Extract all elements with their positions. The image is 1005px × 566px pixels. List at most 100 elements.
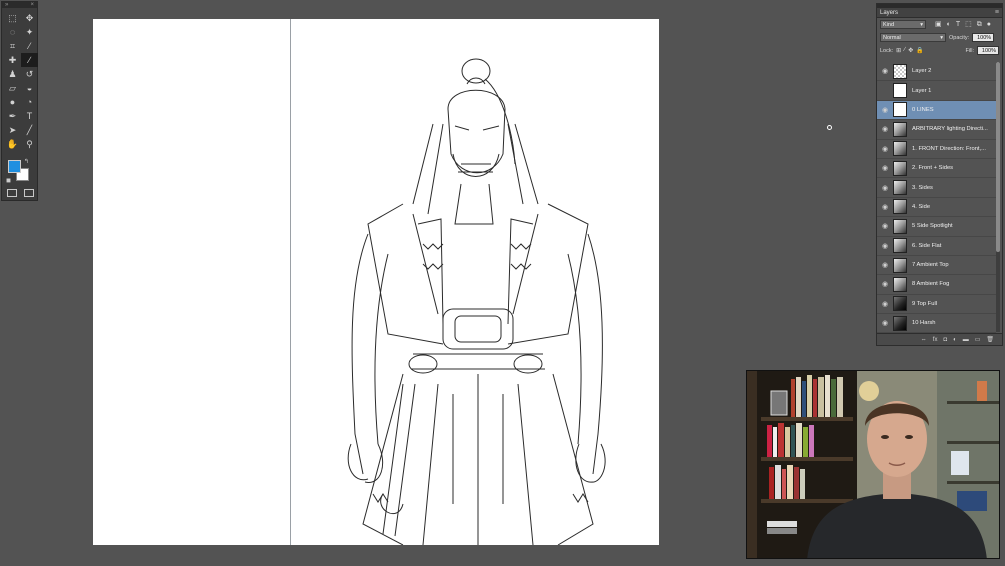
layer-thumbnail[interactable] xyxy=(893,160,907,176)
layer-row[interactable]: ◉ 4. Side xyxy=(877,197,996,218)
lasso-tool-icon[interactable]: ◌ xyxy=(4,25,21,39)
layer-name[interactable]: 1. FRONT Direction: Front,... xyxy=(912,146,990,152)
visibility-eye-icon[interactable]: ◉ xyxy=(877,106,893,114)
layer-name[interactable]: Layer 1 xyxy=(912,88,990,94)
document-canvas[interactable] xyxy=(93,19,659,545)
layer-thumbnail[interactable] xyxy=(893,238,907,254)
new-layer-icon[interactable]: ▭ xyxy=(975,336,981,343)
layer-name[interactable]: 8 Ambient Fog xyxy=(912,281,990,287)
opacity-input[interactable]: 100% xyxy=(972,33,995,42)
visibility-eye-icon[interactable]: ◉ xyxy=(877,242,893,250)
filter-toggle-icon[interactable]: ● xyxy=(987,21,991,28)
visibility-eye-icon[interactable]: ◉ xyxy=(877,87,893,95)
layers-scrollbar[interactable] xyxy=(996,62,1000,332)
layer-row[interactable]: ◉ 5 Side Spotlight xyxy=(877,217,996,237)
visibility-eye-icon[interactable]: ◉ xyxy=(877,145,893,153)
magic-wand-tool-icon[interactable]: ✦ xyxy=(21,25,38,39)
lock-position-icon[interactable]: ✥ xyxy=(908,47,913,54)
layer-thumbnail[interactable] xyxy=(893,83,907,99)
lock-all-icon[interactable]: 🔒 xyxy=(916,47,923,54)
history-brush-tool-icon[interactable]: ↺ xyxy=(21,67,38,81)
quick-mask-icon[interactable] xyxy=(7,189,17,197)
lock-pixels-icon[interactable]: ∕ xyxy=(904,47,905,54)
visibility-eye-icon[interactable]: ◉ xyxy=(877,300,893,308)
visibility-eye-icon[interactable]: ◉ xyxy=(877,319,893,327)
move-tool-icon[interactable]: ✥ xyxy=(21,11,38,25)
close-icon[interactable]: × xyxy=(30,2,34,8)
link-layers-icon[interactable]: ⇔ xyxy=(921,337,927,343)
scrollbar-thumb[interactable] xyxy=(996,62,1000,252)
visibility-eye-icon[interactable]: ◉ xyxy=(877,261,893,269)
layer-row[interactable]: ◉ Layer 1 xyxy=(877,81,996,101)
layer-name[interactable]: 2. Front + Sides xyxy=(912,165,990,171)
visibility-eye-icon[interactable]: ◉ xyxy=(877,67,893,75)
layer-name[interactable]: 7 Ambient Top xyxy=(912,262,990,268)
eyedropper-tool-icon[interactable]: ⁄ xyxy=(21,39,38,53)
layer-row[interactable]: ◉ 7 Ambient Top xyxy=(877,255,996,276)
blend-mode-select[interactable]: Normal ▾ xyxy=(880,33,946,42)
layer-thumbnail[interactable] xyxy=(893,257,907,273)
eraser-tool-icon[interactable]: ▱ xyxy=(4,81,21,95)
visibility-eye-icon[interactable]: ◉ xyxy=(877,222,893,230)
layer-thumbnail[interactable] xyxy=(893,102,907,118)
adjustment-filter-icon[interactable]: ◐ xyxy=(947,21,951,28)
layer-row[interactable]: ◉ Layer 2 xyxy=(877,62,996,82)
layer-row[interactable]: ◉ 3. Sides xyxy=(877,178,996,198)
layer-name[interactable]: Layer 2 xyxy=(912,68,990,74)
layer-row[interactable]: ◉ 6. Side Flat xyxy=(877,236,996,256)
delete-layer-icon[interactable]: 🗑 xyxy=(986,336,994,343)
healing-brush-tool-icon[interactable]: ✚ xyxy=(4,53,21,67)
line-tool-icon[interactable]: ╱ xyxy=(21,123,38,137)
layers-panel-title[interactable]: Layers xyxy=(880,10,898,16)
dodge-tool-icon[interactable]: ◔ xyxy=(21,95,38,109)
layer-row[interactable]: ◉ 1. FRONT Direction: Front,... xyxy=(877,139,996,159)
panel-menu-icon[interactable]: ≡ xyxy=(995,9,999,16)
layer-thumbnail[interactable] xyxy=(893,141,907,157)
layer-name[interactable]: ARBITRARY lighting Directi... xyxy=(912,126,990,132)
layer-name[interactable]: 3. Sides xyxy=(912,185,990,191)
brush-tool-icon[interactable]: ∕ xyxy=(21,53,38,67)
layer-name[interactable]: 5 Side Spotlight xyxy=(912,223,990,229)
layer-thumbnail[interactable] xyxy=(893,63,907,79)
visibility-eye-icon[interactable]: ◉ xyxy=(877,184,893,192)
hand-tool-icon[interactable]: ✋ xyxy=(4,137,21,151)
pixel-filter-icon[interactable]: ▣ xyxy=(935,21,942,28)
layer-row[interactable]: ◉ 10 Harsh xyxy=(877,314,996,334)
screen-mode-icon[interactable] xyxy=(24,189,34,197)
foreground-color-swatch[interactable] xyxy=(8,160,21,173)
layer-style-icon[interactable]: fx xyxy=(933,337,938,343)
layer-name[interactable]: 4. Side xyxy=(912,204,990,210)
new-group-icon[interactable]: ▬ xyxy=(963,337,969,343)
add-mask-icon[interactable]: ◘ xyxy=(943,337,947,343)
shape-filter-icon[interactable]: ⬚ xyxy=(965,21,972,28)
pen-tool-icon[interactable]: ✒ xyxy=(4,109,21,123)
visibility-eye-icon[interactable]: ◉ xyxy=(877,280,893,288)
fill-input[interactable]: 100% xyxy=(977,46,999,55)
visibility-eye-icon[interactable]: ◉ xyxy=(877,125,893,133)
layer-row[interactable]: ◉ 9 Top Full xyxy=(877,294,996,315)
layer-name[interactable]: 0 LINES xyxy=(912,107,990,113)
type-tool-icon[interactable]: T xyxy=(21,109,38,123)
layer-thumbnail[interactable] xyxy=(893,180,907,196)
collapse-icon[interactable]: » xyxy=(5,2,8,8)
stamp-tool-icon[interactable]: ♟ xyxy=(4,67,21,81)
visibility-eye-icon[interactable]: ◉ xyxy=(877,164,893,172)
layer-thumbnail[interactable] xyxy=(893,276,907,292)
layer-thumbnail[interactable] xyxy=(893,315,907,331)
marquee-tool-icon[interactable]: ⬚ xyxy=(4,11,21,25)
swap-colors-icon[interactable]: ↰ xyxy=(24,159,29,165)
blur-tool-icon[interactable]: ● xyxy=(4,95,21,109)
layer-name[interactable]: 10 Harsh xyxy=(912,320,990,326)
layer-row[interactable]: ◉ 8 Ambient Fog xyxy=(877,275,996,295)
layer-thumbnail[interactable] xyxy=(893,199,907,215)
layer-row[interactable]: ◉ 2. Front + Sides xyxy=(877,158,996,179)
layer-thumbnail[interactable] xyxy=(893,218,907,234)
layer-name[interactable]: 9 Top Full xyxy=(912,301,990,307)
bucket-tool-icon[interactable]: ◒ xyxy=(21,81,38,95)
path-selection-tool-icon[interactable]: ➤ xyxy=(4,123,21,137)
layer-row[interactable]: ◉ ARBITRARY lighting Directi... xyxy=(877,120,996,140)
adjustment-layer-icon[interactable]: ◐ xyxy=(953,337,957,343)
smart-object-filter-icon[interactable]: ⧉ xyxy=(977,21,982,28)
crop-tool-icon[interactable]: ⌗ xyxy=(4,39,21,53)
visibility-eye-icon[interactable]: ◉ xyxy=(877,203,893,211)
